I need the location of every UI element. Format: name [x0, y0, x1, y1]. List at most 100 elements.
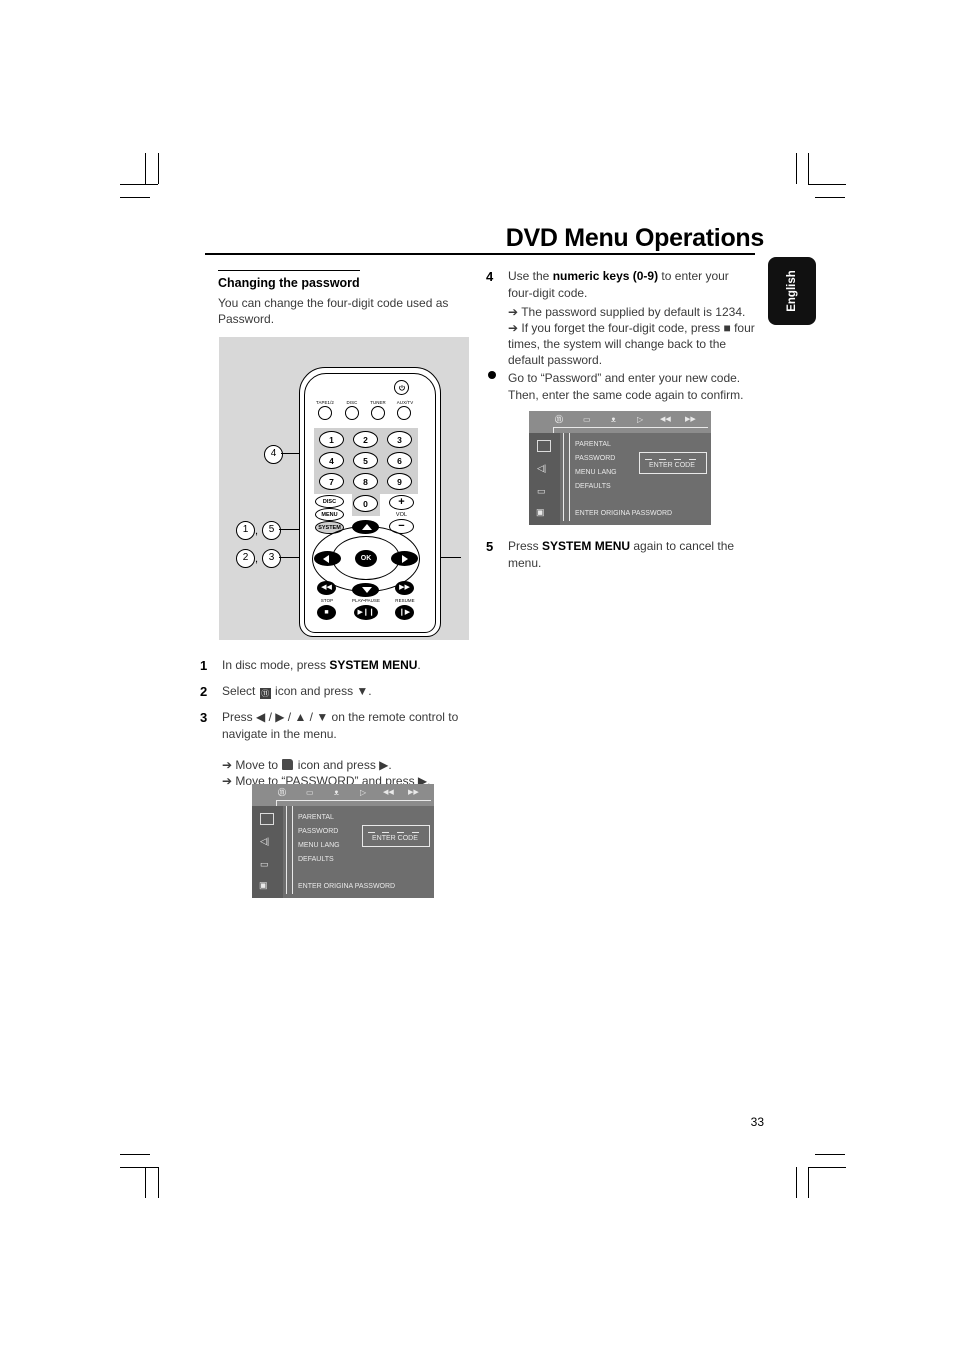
tv-top-icon-play-bottom: ▷	[360, 788, 367, 797]
tv-top-underline-bottom	[276, 800, 431, 801]
next-icon: ▶▶	[399, 584, 410, 591]
bullet-note-1-text: Go to “Password” and enter your new code…	[508, 371, 744, 402]
volume-label: VOL	[395, 512, 408, 518]
menu-button[interactable]: MENU	[315, 508, 344, 521]
numeric-key-6[interactable]: 6	[387, 452, 412, 469]
disc-menu-button[interactable]: DISC	[315, 495, 344, 508]
step-4: 4 Use the numeric keys (0-9) to enter yo…	[486, 268, 756, 368]
tv-side-icon-subtitle-bottom: ▭	[260, 859, 269, 869]
source-button-auxtv[interactable]	[397, 406, 411, 420]
numeric-key-8[interactable]: 8	[353, 473, 378, 490]
code-dash-4-bottom	[412, 832, 419, 833]
arrow-glyph-1: ➔	[222, 758, 233, 772]
code-dash-3-bottom	[397, 832, 404, 833]
step-2-text-after: icon and press ▼.	[271, 684, 372, 698]
arrow-glyph-4: ➔	[508, 321, 519, 335]
right-arrow-note-1: ➔ The password supplied by default is 12…	[508, 304, 756, 320]
tv-side-icon-tv-bottom: ▣	[259, 880, 268, 890]
tv-top-icon-display-top: ▭	[583, 415, 591, 424]
tv-status-text-top: ENTER ORIGINA PASSWORD	[575, 510, 673, 517]
tv-top-icon-parental-top: ⑪	[555, 415, 563, 424]
arrow-glyph-3: ➔	[508, 305, 519, 319]
tv-top-icon-prev-top: ◀◀	[660, 416, 671, 423]
numeric-key-5[interactable]: 5	[353, 452, 378, 469]
section-heading: Changing the password	[218, 270, 360, 290]
code-dash-2-top	[659, 459, 666, 460]
numeric-key-4[interactable]: 4	[319, 452, 344, 469]
step-5: 5 Press SYSTEM MENU again to cancel the …	[486, 538, 756, 572]
crop-mark-tr-v2	[808, 153, 809, 184]
numeric-key-9[interactable]: 9	[387, 473, 412, 490]
tv-menu-item-parental-top: PARENTAL	[575, 441, 611, 448]
nav-left-icon	[323, 555, 329, 563]
nav-up-icon	[362, 524, 372, 530]
numeric-key-0[interactable]: 0	[353, 495, 378, 512]
stop-button[interactable]: ■	[317, 605, 336, 620]
manual-page: DVD Menu Operations English Changing the…	[0, 0, 954, 1351]
crop-mark-br-h1	[815, 1154, 845, 1155]
callout-2: 2	[236, 549, 255, 568]
resume-button[interactable]: ❙▶	[395, 605, 414, 620]
ok-button[interactable]: OK	[355, 550, 377, 567]
crop-mark-br-v2	[808, 1167, 809, 1198]
remote-body: TAPE1/2 DISC TUNER AUX/TV 1 2 3 4 5 6 7 …	[299, 367, 441, 637]
source-button-tuner[interactable]	[371, 406, 385, 420]
callout-5: 5	[262, 521, 281, 540]
tv-menu-item-menulang-bottom: MENU LANG	[298, 842, 340, 849]
step-1-number: 1	[200, 658, 208, 673]
resume-icon: ❙▶	[398, 609, 411, 616]
step-1-bold: SYSTEM MENU	[329, 658, 418, 672]
enter-code-label-bottom: ENTER CODE	[372, 835, 418, 842]
play-pause-icon: ▶❙❙	[357, 609, 375, 616]
step-2: 2 Select ⑪ icon and press ▼.	[200, 683, 490, 700]
enter-code-label-top: ENTER CODE	[649, 462, 695, 469]
language-tab: English	[768, 257, 816, 325]
tv-side-icon-disc-top	[537, 440, 551, 452]
callout-comma-b: ,	[255, 553, 259, 565]
tv-top-icon-audio-bottom: ᴥ	[334, 788, 339, 797]
source-label-auxtv: AUX/TV	[396, 400, 414, 405]
step-3-text: Press ◀ / ▶ / ▲ / ▼ on the remote contro…	[222, 710, 459, 741]
stop-label: STOP	[320, 598, 334, 603]
header-rule	[205, 253, 755, 255]
left-column: Changing the password You can change the…	[218, 270, 488, 327]
ok-button-label: OK	[360, 555, 372, 562]
remote-control-illustration: 4 1 , 5 2 , 3 TAPE1/2 DISC TUNER AUX/TV	[219, 337, 469, 640]
crop-mark-br-h2	[808, 1167, 846, 1168]
tv-menu-item-parental-bottom: PARENTAL	[298, 814, 334, 821]
tv-menu-item-password-top: PASSWORD	[575, 455, 616, 462]
play-pause-button[interactable]: ▶❙❙	[354, 605, 378, 620]
next-button[interactable]: ▶▶	[395, 581, 414, 595]
step-2-text-before: Select	[222, 684, 259, 698]
source-button-tape[interactable]	[318, 406, 332, 420]
crop-mark-bl-v1	[145, 1167, 146, 1198]
bullet-dot-icon	[488, 371, 496, 379]
numeric-key-7[interactable]: 7	[319, 473, 344, 490]
source-label-tuner: TUNER	[370, 400, 386, 405]
power-icon	[399, 385, 405, 391]
tv-menu-item-menulang-top: MENU LANG	[575, 469, 617, 476]
code-dash-1-top	[645, 459, 652, 460]
bullet-note-1: Go to “Password” and enter your new code…	[486, 370, 756, 404]
right-column-step5: 5 Press SYSTEM MENU again to cancel the …	[486, 538, 756, 572]
right-arrow-note-2-text: If you forget the four-digit code, press…	[508, 321, 755, 367]
previous-button[interactable]: ◀◀	[317, 581, 336, 595]
step-5-number: 5	[486, 539, 494, 554]
tv-side-divider-bottom	[286, 806, 287, 894]
step-2-number: 2	[200, 684, 208, 699]
numeric-key-2[interactable]: 2	[353, 431, 378, 448]
numeric-key-3[interactable]: 3	[387, 431, 412, 448]
crop-mark-tr-v1	[796, 153, 797, 184]
source-button-disc[interactable]	[345, 406, 359, 420]
tv-top-underline-top	[553, 427, 708, 428]
tv-menu-item-defaults-top: DEFAULTS	[575, 483, 611, 490]
tv-status-text-bottom: ENTER ORIGINA PASSWORD	[298, 883, 396, 890]
source-label-disc: DISC	[346, 400, 358, 405]
section-intro: You can change the four-digit code used …	[218, 296, 449, 326]
right-column: 4 Use the numeric keys (0-9) to enter yo…	[486, 268, 756, 404]
volume-up-button[interactable]: +	[389, 495, 414, 510]
tv-side-divider-top	[563, 433, 564, 521]
crop-mark-tl-h1	[120, 184, 158, 185]
callout-1: 1	[236, 521, 255, 540]
numeric-key-1[interactable]: 1	[319, 431, 344, 448]
